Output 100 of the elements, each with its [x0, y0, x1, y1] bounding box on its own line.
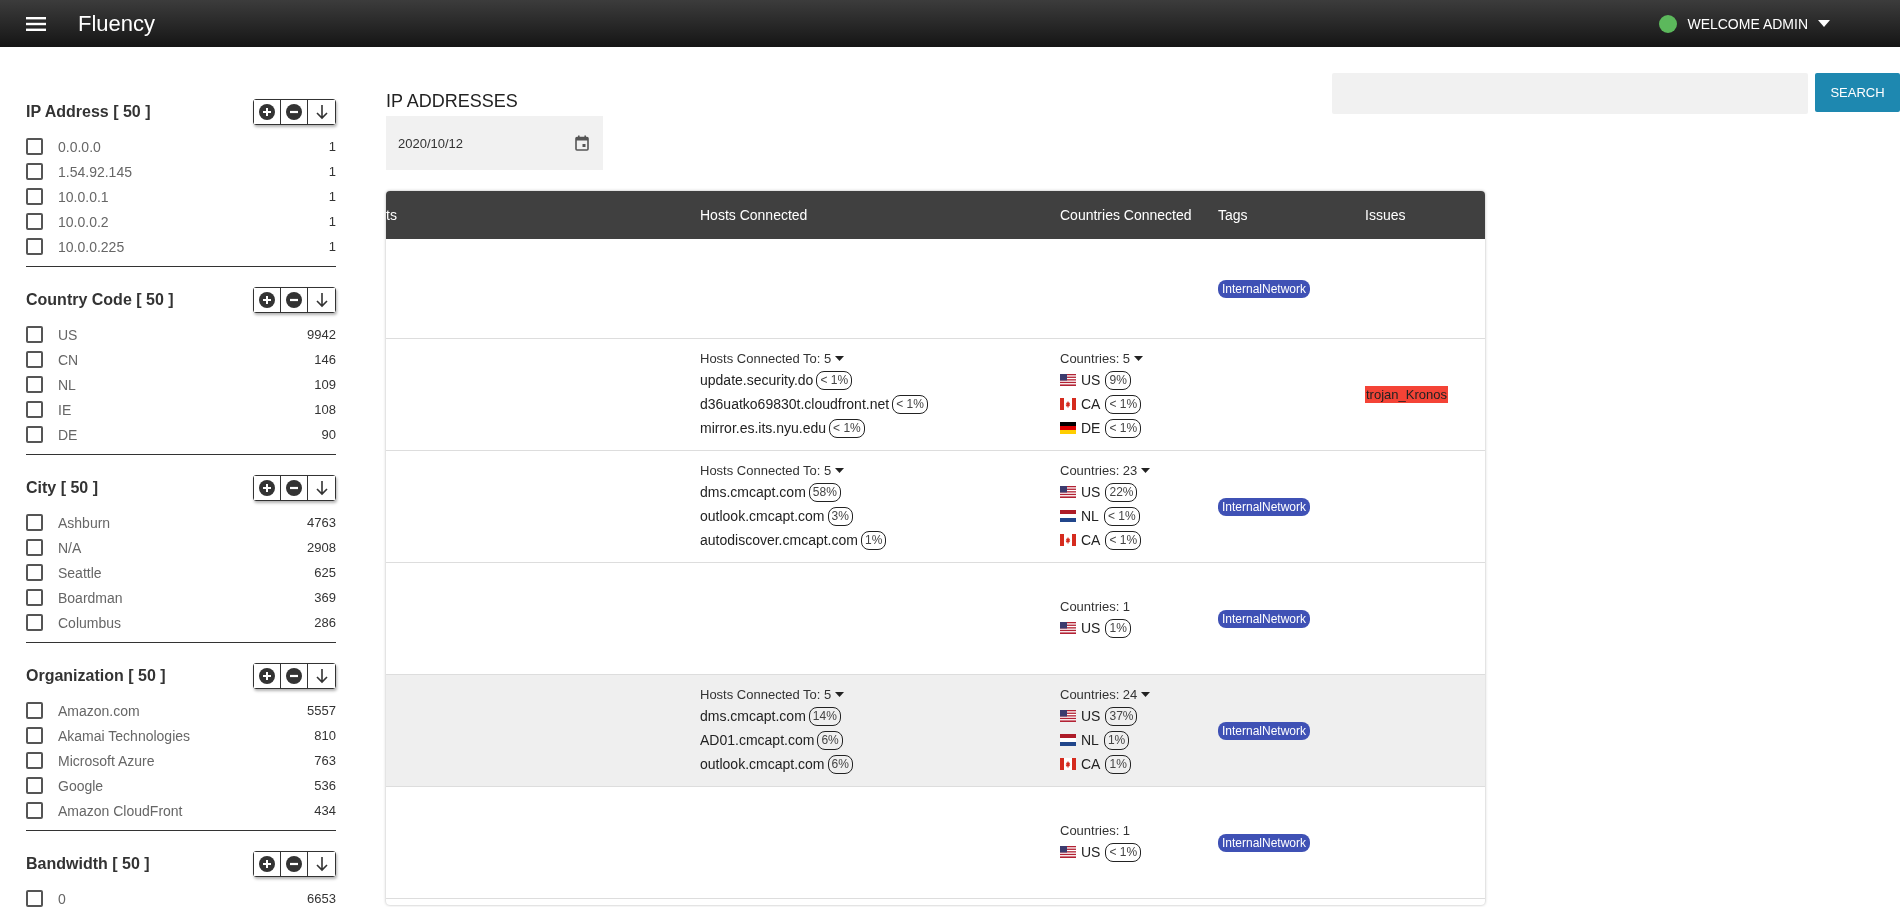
- checkbox[interactable]: [26, 351, 43, 368]
- checkbox[interactable]: [26, 238, 43, 255]
- filter-count: 1: [328, 189, 336, 204]
- tag-chip[interactable]: InternalNetwork: [1218, 721, 1311, 740]
- remove-button[interactable]: [281, 288, 308, 312]
- table-row[interactable]: Hosts Connected To: 5 update.security.do < 1% d36uatko69830t.cloudfront.net < 1% mirror.es.its.nyu.edu < 1% Countries: 5 US 9% CA < 1% DE < 1% trojan_Kronos: [386, 339, 1485, 451]
- remove-button[interactable]: [281, 476, 308, 500]
- country-code: NL: [1081, 732, 1099, 748]
- filter-count: 9942: [307, 327, 336, 342]
- hosts-summary[interactable]: Hosts Connected To: 5: [700, 687, 832, 702]
- filter-option: IE: [58, 401, 315, 418]
- caret-icon[interactable]: [835, 468, 845, 473]
- caret-icon[interactable]: [1141, 692, 1151, 697]
- add-button[interactable]: [254, 476, 281, 500]
- sort-button[interactable]: [308, 476, 335, 500]
- column-header[interactable]: Tags: [1218, 207, 1365, 223]
- filter-option: Amazon.com: [58, 702, 308, 719]
- flag-icon: [1060, 398, 1076, 410]
- tag-chip[interactable]: InternalNetwork: [1218, 833, 1311, 852]
- table-row[interactable]: Countries: 1 US < 1% InternalNetwork: [386, 787, 1485, 899]
- remove-button[interactable]: [281, 664, 308, 688]
- table-row[interactable]: InternalNetwork: [386, 239, 1485, 339]
- add-button[interactable]: [254, 852, 281, 876]
- filter-count: 1: [328, 214, 336, 229]
- flag-icon: [1060, 710, 1076, 722]
- checkbox[interactable]: [26, 188, 43, 205]
- filter-title: Bandwidth [ 50 ]: [26, 855, 150, 873]
- column-header[interactable]: Countries Connected: [1050, 207, 1218, 223]
- checkbox[interactable]: [26, 589, 43, 606]
- checkbox[interactable]: [26, 514, 43, 531]
- add-button[interactable]: [254, 100, 281, 124]
- caret-icon[interactable]: [835, 356, 845, 361]
- hosts-summary[interactable]: Hosts Connected To: 5: [700, 351, 832, 366]
- countries-summary[interactable]: Countries: 1: [1060, 823, 1131, 838]
- checkbox[interactable]: [26, 326, 43, 343]
- share-badge: < 1%: [1105, 418, 1142, 438]
- checkbox[interactable]: [26, 213, 43, 230]
- table-row[interactable]: Hosts Connected To: 5 dms.cmcapt.com 14% AD01.cmcapt.com 6% outlook.cmcapt.com 6% Countries: 24 US 37% NL 1% CA 1% InternalNetwork: [386, 675, 1485, 787]
- filter-count: 1: [328, 139, 336, 154]
- flag-icon: [1060, 510, 1076, 522]
- page-title: IP ADDRESSES: [386, 91, 519, 112]
- caret-icon[interactable]: [1141, 468, 1151, 473]
- filter-option: N/A: [58, 539, 308, 556]
- flag-icon: [1060, 622, 1076, 634]
- checkbox[interactable]: [26, 401, 43, 418]
- checkbox[interactable]: [26, 890, 43, 907]
- remove-button[interactable]: [281, 100, 308, 124]
- add-button[interactable]: [254, 664, 281, 688]
- tag-chip[interactable]: InternalNetwork: [1218, 279, 1311, 298]
- add-button[interactable]: [254, 288, 281, 312]
- caret-icon[interactable]: [1818, 20, 1830, 27]
- menu-icon[interactable]: [26, 16, 46, 31]
- country-code: US: [1081, 844, 1101, 860]
- filter-count: 625: [314, 565, 336, 580]
- sort-button[interactable]: [308, 664, 335, 688]
- column-header[interactable]: Issues: [1365, 207, 1485, 223]
- checkbox[interactable]: [26, 376, 43, 393]
- caret-icon[interactable]: [1134, 356, 1144, 361]
- checkbox[interactable]: [26, 564, 43, 581]
- host-name: outlook.cmcapt.com: [700, 756, 825, 772]
- sort-button[interactable]: [308, 288, 335, 312]
- tag-chip[interactable]: InternalNetwork: [1218, 609, 1311, 628]
- checkbox[interactable]: [26, 539, 43, 556]
- filter-count: 108: [314, 402, 336, 417]
- issue-label: trojan_Kronos: [1365, 386, 1448, 403]
- share-badge: 1%: [1103, 730, 1130, 750]
- calendar-icon[interactable]: [575, 135, 589, 151]
- filter-count: 1: [328, 239, 336, 254]
- countries-summary[interactable]: Countries: 1: [1060, 599, 1131, 614]
- checkbox[interactable]: [26, 426, 43, 443]
- user-menu[interactable]: WELCOME ADMIN: [1687, 15, 1808, 32]
- caret-icon[interactable]: [835, 692, 845, 697]
- filter-option: US: [58, 326, 308, 343]
- flag-icon: [1060, 534, 1076, 546]
- filter-count: 1: [328, 164, 336, 179]
- search-button[interactable]: SEARCH: [1815, 73, 1900, 112]
- countries-summary[interactable]: Countries: 23: [1060, 463, 1138, 478]
- sort-button[interactable]: [308, 852, 335, 876]
- remove-button[interactable]: [281, 852, 308, 876]
- checkbox[interactable]: [26, 614, 43, 631]
- share-badge: 14%: [808, 706, 841, 726]
- country-code: US: [1081, 372, 1101, 388]
- checkbox[interactable]: [26, 727, 43, 744]
- checkbox[interactable]: [26, 752, 43, 769]
- table-row[interactable]: Hosts Connected To: 5 dms.cmcapt.com 58% outlook.cmcapt.com 3% autodiscover.cmcapt.com 1% Countries: 23 US 22% NL < 1% CA < 1% InternalNetwork: [386, 451, 1485, 563]
- sort-button[interactable]: [308, 100, 335, 124]
- checkbox[interactable]: [26, 702, 43, 719]
- share-badge: 1%: [1105, 618, 1131, 638]
- checkbox[interactable]: [26, 163, 43, 180]
- checkbox[interactable]: [26, 777, 43, 794]
- checkbox[interactable]: [26, 802, 43, 819]
- hosts-summary[interactable]: Hosts Connected To: 5: [700, 463, 832, 478]
- column-header[interactable]: ts: [386, 207, 700, 223]
- countries-summary[interactable]: Countries: 24: [1060, 687, 1138, 702]
- tag-chip[interactable]: InternalNetwork: [1218, 497, 1311, 516]
- column-header[interactable]: Hosts Connected: [700, 207, 1050, 223]
- date-field[interactable]: 2020/10/12: [386, 116, 603, 170]
- checkbox[interactable]: [26, 138, 43, 155]
- countries-summary[interactable]: Countries: 5: [1060, 351, 1131, 366]
- share-badge: 3%: [827, 506, 853, 526]
